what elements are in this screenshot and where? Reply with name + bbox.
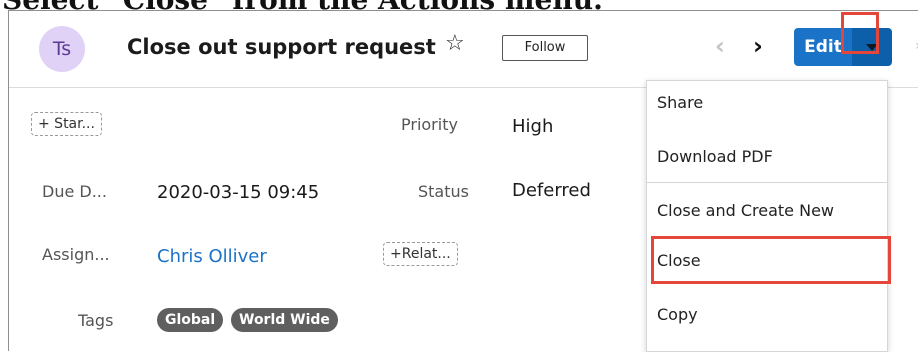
record-title: Close out support request — [127, 35, 436, 59]
menu-divider — [647, 182, 887, 183]
chevron-right-icon[interactable]: › — [753, 32, 763, 60]
related-button[interactable]: +Relat... — [383, 242, 458, 266]
follow-button[interactable]: Follow — [502, 35, 588, 61]
tag-chip[interactable]: Global — [157, 308, 224, 332]
record-header: Ts Close out support request ☆ Follow ‹ … — [9, 11, 918, 88]
close-highlight-box — [651, 236, 891, 284]
avatar: Ts — [39, 26, 85, 72]
start-button[interactable]: + Star... — [31, 112, 102, 136]
tag-chip[interactable]: World Wide — [231, 308, 338, 332]
due-date-label: Due D... — [42, 182, 107, 201]
assigned-user-link[interactable]: Chris Olliver — [157, 246, 267, 267]
priority-label: Priority — [401, 115, 458, 134]
caret-highlight-box — [841, 12, 879, 54]
status-label: Status — [418, 182, 469, 201]
menu-item-share[interactable]: Share — [647, 93, 887, 112]
star-icon[interactable]: ☆ — [445, 31, 465, 56]
priority-value: High — [512, 116, 554, 137]
due-date-value: 2020-03-15 09:45 — [157, 182, 320, 203]
status-value: Deferred — [512, 180, 591, 201]
actions-menu: Share Download PDF Close and Create New … — [646, 80, 888, 352]
chevron-left-icon[interactable]: ‹ — [715, 32, 725, 60]
menu-item-download-pdf[interactable]: Download PDF — [647, 147, 887, 166]
menu-item-close-and-create-new[interactable]: Close and Create New — [647, 201, 887, 220]
menu-item-copy[interactable]: Copy — [647, 305, 887, 324]
tags-label: Tags — [78, 311, 114, 330]
assigned-label: Assign... — [42, 245, 110, 264]
